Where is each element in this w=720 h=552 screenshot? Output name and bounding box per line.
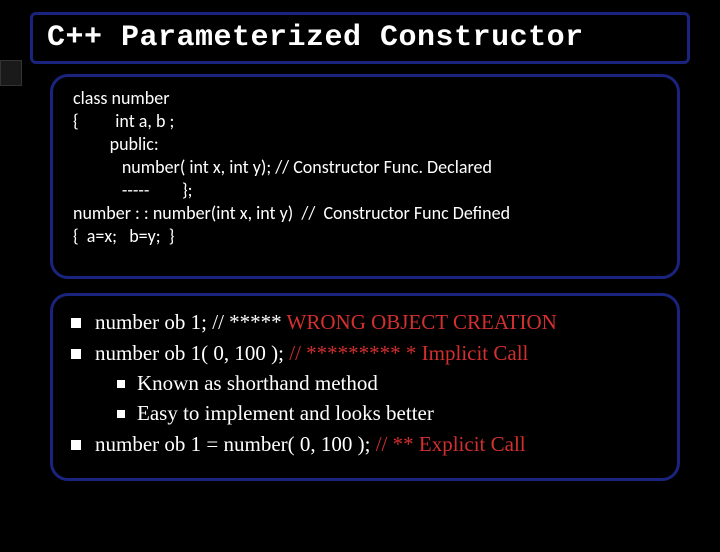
bullet-icon	[71, 349, 81, 359]
list-item: number ob 1( 0, 100 ); // ********* * Im…	[71, 339, 659, 367]
list-item-sub: Easy to implement and looks better	[117, 399, 659, 427]
note-red: WRONG OBJECT CREATION	[287, 310, 557, 334]
bullet-icon	[117, 380, 125, 388]
list-item: number ob 1; // ***** WRONG OBJECT CREAT…	[71, 308, 659, 336]
note-text: number ob 1; // ***** WRONG OBJECT CREAT…	[95, 308, 557, 336]
note-red: // ********* * Implicit Call	[289, 341, 528, 365]
note-part: number ob 1( 0, 100 );	[95, 341, 289, 365]
note-text: Easy to implement and looks better	[137, 399, 434, 427]
code-line: ----- };	[73, 179, 657, 202]
note-part: number ob 1; // *****	[95, 310, 287, 334]
bullet-icon	[71, 440, 81, 450]
code-line: public:	[73, 133, 657, 156]
code-line: { int a, b ;	[73, 110, 657, 133]
code-line: number( int x, int y); // Constructor Fu…	[73, 156, 657, 179]
code-box: class number { int a, b ; public: number…	[50, 74, 680, 279]
note-text: number ob 1( 0, 100 ); // ********* * Im…	[95, 339, 528, 367]
code-line: number : : number(int x, int y) // Const…	[73, 202, 657, 225]
slide-title: C++ Parameterized Constructor	[47, 21, 673, 55]
code-line: { a=x; b=y; }	[73, 225, 657, 248]
bullet-icon	[117, 410, 125, 418]
list-item-sub: Known as shorthand method	[117, 369, 659, 397]
code-line: class number	[73, 87, 657, 110]
list-item: number ob 1 = number( 0, 100 ); // ** Ex…	[71, 430, 659, 458]
note-part: number ob 1 = number( 0, 100 );	[95, 432, 376, 456]
title-box: C++ Parameterized Constructor	[30, 12, 690, 64]
note-red: // ** Explicit Call	[376, 432, 526, 456]
notes-box: number ob 1; // ***** WRONG OBJECT CREAT…	[50, 293, 680, 481]
note-text: Known as shorthand method	[137, 369, 378, 397]
left-tab-decoration	[0, 60, 22, 86]
note-text: number ob 1 = number( 0, 100 ); // ** Ex…	[95, 430, 526, 458]
bullet-icon	[71, 318, 81, 328]
